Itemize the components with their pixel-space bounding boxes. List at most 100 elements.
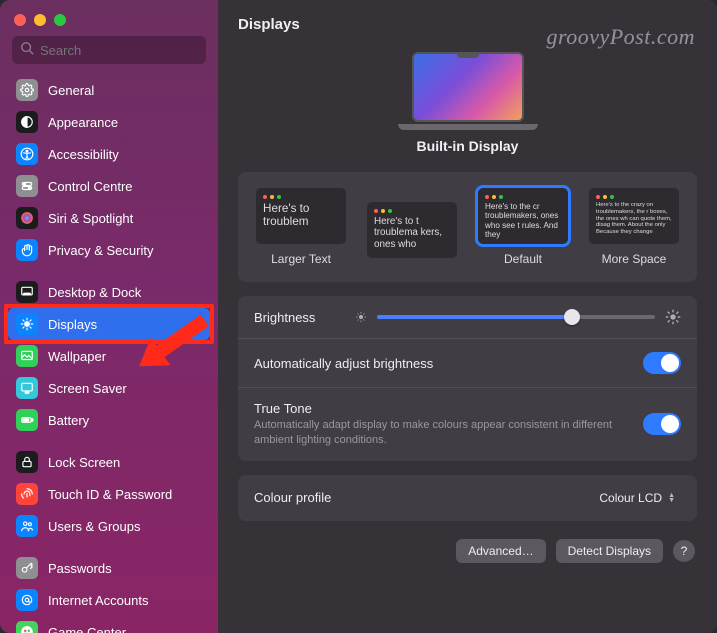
search-input[interactable] <box>12 36 206 64</box>
sidebar-item-label: Control Centre <box>48 179 133 194</box>
auto-brightness-row: Automatically adjust brightness <box>238 338 697 387</box>
true-tone-toggle[interactable] <box>643 413 681 435</box>
window-controls <box>0 10 218 36</box>
sidebar-item-touch-id-password[interactable]: Touch ID & Password <box>8 478 210 510</box>
resolution-option-3[interactable]: Here's to the crazy on troublemakers, th… <box>589 188 679 266</box>
minimize-button[interactable] <box>34 14 46 26</box>
wallpaper-icon <box>16 345 38 367</box>
colour-profile-select[interactable]: Colour LCD ▲▼ <box>589 488 681 508</box>
resolution-label: Larger Text <box>271 252 331 266</box>
sidebar-item-accessibility[interactable]: Accessibility <box>8 138 210 170</box>
sidebar-item-displays[interactable]: Displays <box>8 308 210 340</box>
sidebar-item-label: Passwords <box>48 561 112 576</box>
brightness-row: Brightness <box>238 296 697 338</box>
sidebar-item-label: Game Center <box>48 625 126 633</box>
fingerprint-icon <box>16 483 38 505</box>
advanced-button[interactable]: Advanced… <box>456 539 545 563</box>
sidebar-item-passwords[interactable]: Passwords <box>8 552 210 584</box>
sidebar-item-privacy-security[interactable]: Privacy & Security <box>8 234 210 266</box>
sidebar-item-game-center[interactable]: Game Center <box>8 616 210 633</box>
battery-icon <box>16 409 38 431</box>
colour-profile-row: Colour profile Colour LCD ▲▼ <box>238 475 697 521</box>
sidebar-item-label: Lock Screen <box>48 455 120 470</box>
sidebar-item-general[interactable]: General <box>8 74 210 106</box>
sidebar-item-lock-screen[interactable]: Lock Screen <box>8 446 210 478</box>
display-settings-panel: Brightness Automatically adjust brightne… <box>238 296 697 461</box>
dock-icon <box>16 281 38 303</box>
colour-profile-value: Colour LCD <box>599 491 662 505</box>
maximize-button[interactable] <box>54 14 66 26</box>
sidebar-item-appearance[interactable]: Appearance <box>8 106 210 138</box>
footer-buttons: Advanced… Detect Displays ? <box>238 535 697 567</box>
close-button[interactable] <box>14 14 26 26</box>
sidebar-item-label: Privacy & Security <box>48 243 153 258</box>
sidebar-item-battery[interactable]: Battery <box>8 404 210 436</box>
page-title: Displays <box>218 0 717 48</box>
sidebar-item-desktop-dock[interactable]: Desktop & Dock <box>8 276 210 308</box>
sidebar-item-label: Desktop & Dock <box>48 285 141 300</box>
sidebar-item-control-centre[interactable]: Control Centre <box>8 170 210 202</box>
sidebar-item-screen-saver[interactable]: Screen Saver <box>8 372 210 404</box>
display-preview: Built-in Display <box>238 52 697 154</box>
detect-displays-button[interactable]: Detect Displays <box>556 539 663 563</box>
sidebar-item-internet-accounts[interactable]: Internet Accounts <box>8 584 210 616</box>
sidebar-item-label: Displays <box>48 317 97 332</box>
resolution-thumb: Here's to the crazy on troublemakers, th… <box>589 188 679 244</box>
true-tone-label: True Tone <box>254 401 614 416</box>
resolution-thumb: Here's to t troublema kers, ones who <box>367 202 457 258</box>
true-tone-desc: Automatically adapt display to make colo… <box>254 418 614 448</box>
game-icon <box>16 621 38 633</box>
resolution-option-2[interactable]: Here's to the cr troublemakers, ones who… <box>478 188 568 266</box>
resolution-thumb: Here's to the cr troublemakers, ones who… <box>478 188 568 244</box>
hand-icon <box>16 239 38 261</box>
sun-large-icon <box>665 309 681 325</box>
sidebar-list: General Appearance Accessibility Control Ce… <box>0 74 218 633</box>
resolution-option-1[interactable]: Here's to t troublema kers, ones who <box>367 202 457 266</box>
sidebar-item-label: Siri & Spotlight <box>48 211 133 226</box>
main-panel: Displays Built-in Display Here's to trou… <box>218 0 717 633</box>
at-icon <box>16 589 38 611</box>
sidebar-item-wallpaper[interactable]: Wallpaper <box>8 340 210 372</box>
brightness-slider[interactable] <box>377 315 655 319</box>
lock-icon <box>16 451 38 473</box>
sidebar-item-label: Screen Saver <box>48 381 127 396</box>
settings-window: General Appearance Accessibility Control Ce… <box>0 0 717 633</box>
key-icon <box>16 557 38 579</box>
resolution-label: Default <box>504 252 542 266</box>
appearance-icon <box>16 111 38 133</box>
displays-icon <box>16 313 38 335</box>
sidebar-item-label: Wallpaper <box>48 349 106 364</box>
auto-brightness-label: Automatically adjust brightness <box>254 356 433 371</box>
sidebar-item-label: Appearance <box>48 115 118 130</box>
sidebar: General Appearance Accessibility Control Ce… <box>0 0 218 633</box>
resolution-thumb: Here's to troublem <box>256 188 346 244</box>
colour-profile-label: Colour profile <box>254 490 331 505</box>
help-button[interactable]: ? <box>673 540 695 562</box>
display-name-label: Built-in Display <box>417 138 519 154</box>
chevron-up-down-icon: ▲▼ <box>668 493 675 503</box>
sidebar-item-siri-spotlight[interactable]: Siri & Spotlight <box>8 202 210 234</box>
sidebar-item-label: General <box>48 83 94 98</box>
gear-icon <box>16 79 38 101</box>
search-icon <box>20 41 34 55</box>
colour-profile-panel: Colour profile Colour LCD ▲▼ <box>238 475 697 521</box>
sidebar-item-label: Internet Accounts <box>48 593 148 608</box>
siri-icon <box>16 207 38 229</box>
sidebar-item-label: Touch ID & Password <box>48 487 172 502</box>
sidebar-item-users-groups[interactable]: Users & Groups <box>8 510 210 542</box>
screensaver-icon <box>16 377 38 399</box>
brightness-label: Brightness <box>254 310 315 325</box>
control-centre-icon <box>16 175 38 197</box>
resolution-option-0[interactable]: Here's to troublem Larger Text <box>256 188 346 266</box>
sidebar-item-label: Users & Groups <box>48 519 140 534</box>
sidebar-item-label: Accessibility <box>48 147 119 162</box>
sidebar-item-label: Battery <box>48 413 89 428</box>
auto-brightness-toggle[interactable] <box>643 352 681 374</box>
resolution-label: More Space <box>602 252 667 266</box>
accessibility-icon <box>16 143 38 165</box>
laptop-icon <box>406 52 530 130</box>
resolution-panel: Here's to troublemLarger TextHere's to t… <box>238 172 697 282</box>
true-tone-row: True Tone Automatically adapt display to… <box>238 387 697 461</box>
sun-small-icon <box>355 311 367 323</box>
users-icon <box>16 515 38 537</box>
